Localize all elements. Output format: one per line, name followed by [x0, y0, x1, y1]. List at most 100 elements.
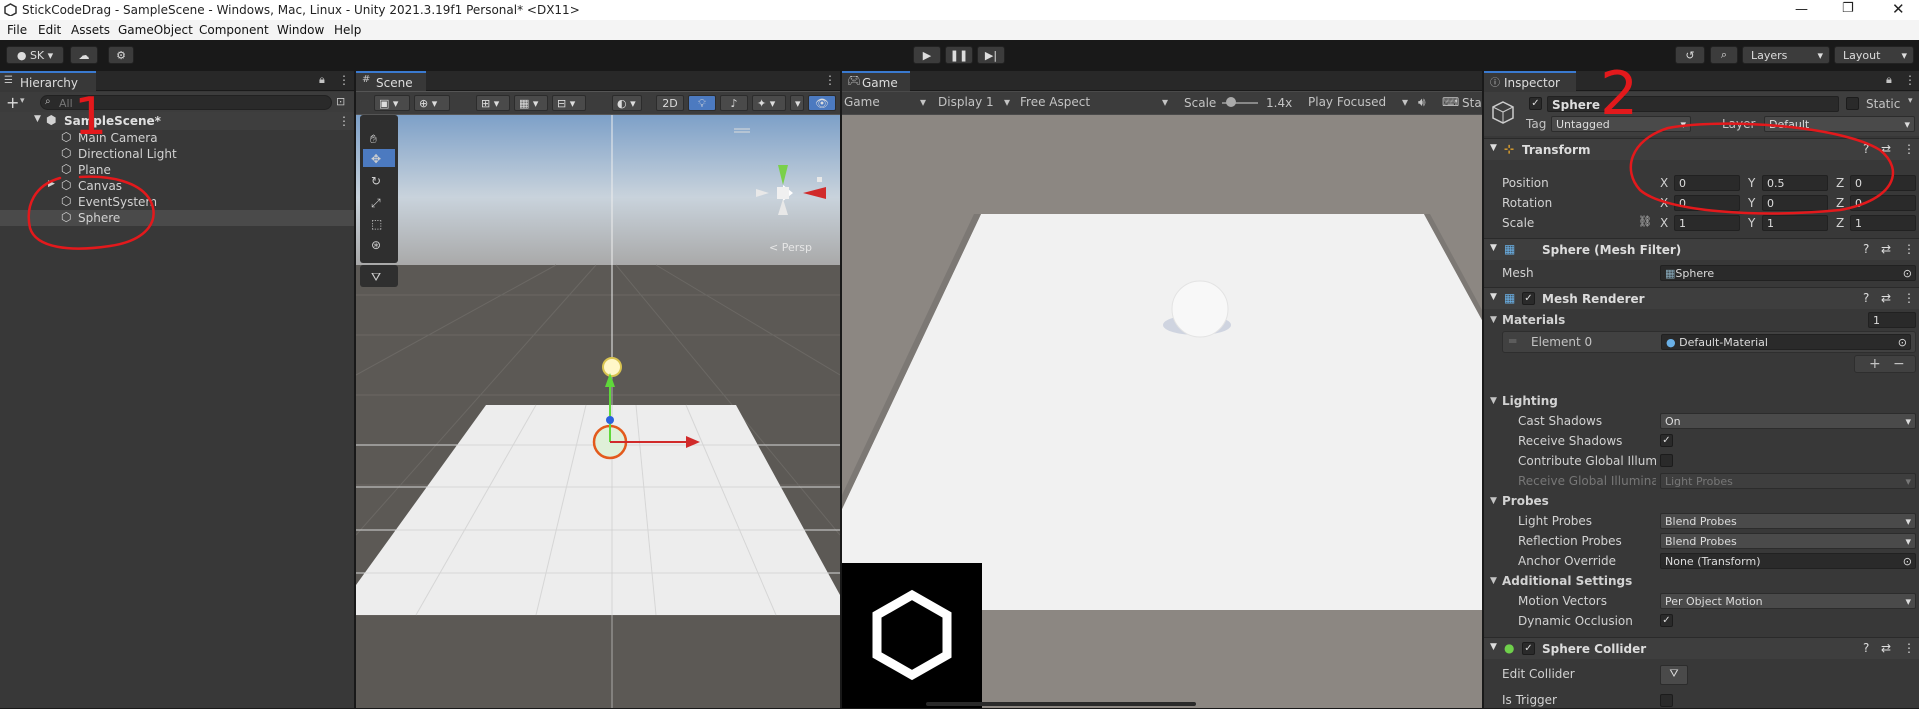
light-probes-dropdown[interactable]: Blend Probes ▾	[1660, 513, 1916, 529]
lighting-toggle[interactable]: 💡︎	[688, 95, 716, 111]
shading-toggle[interactable]: ◐ ▾	[612, 95, 642, 111]
expand-arrow-icon[interactable]: ▼	[1490, 396, 1497, 406]
step-button[interactable]: ▶|	[977, 46, 1005, 64]
view-dropdown[interactable]: Game ▾	[844, 95, 930, 111]
hierarchy-scene-row[interactable]: ▼ ⬢ SampleScene* ⋮	[0, 112, 354, 130]
more-icon[interactable]: ⋮	[824, 73, 836, 87]
sphere-collider-enabled-checkbox[interactable]: ✓	[1522, 642, 1535, 655]
keyboard-icon[interactable]: ⌨	[1442, 95, 1459, 109]
rotation-z-input[interactable]: 0	[1850, 195, 1916, 211]
layers-dropdown[interactable]: Layers ▾	[1742, 46, 1830, 64]
hierarchy-item[interactable]: ⬡ EventSystem	[0, 194, 354, 210]
mesh-renderer-enabled-checkbox[interactable]: ✓	[1522, 292, 1535, 305]
expand-arrow-icon[interactable]: ▼	[1490, 315, 1497, 325]
lock-icon[interactable]: 🔒︎	[319, 73, 325, 87]
search-button[interactable]: ⌕	[1710, 46, 1738, 64]
receive-shadows-checkbox[interactable]: ✓	[1660, 434, 1673, 447]
chevron-down-icon[interactable]: ▾	[20, 96, 25, 106]
account-dropdown[interactable]: ● SK ▾	[6, 46, 64, 64]
object-picker-icon[interactable]: ⊙	[1898, 336, 1907, 349]
hierarchy-item[interactable]: ⬡ Main Camera	[0, 130, 354, 146]
expand-arrow-icon[interactable]: ▼	[1490, 292, 1497, 302]
drag-handle-icon[interactable]: ═	[1509, 334, 1516, 348]
chevron-down-icon[interactable]: ▾	[1908, 96, 1913, 106]
menu-window[interactable]: Window	[277, 23, 324, 37]
material-object-field[interactable]: ● Default-Material ⊙	[1661, 334, 1911, 350]
add-button[interactable]: +	[6, 93, 19, 112]
motion-vectors-dropdown[interactable]: Per Object Motion ▾	[1660, 593, 1916, 609]
help-icon[interactable]: ?	[1863, 291, 1869, 305]
play-button[interactable]: ▶	[913, 46, 941, 64]
rotation-x-input[interactable]: 0	[1674, 195, 1740, 211]
presets-icon[interactable]: ⇄	[1881, 142, 1891, 156]
expand-arrow-icon[interactable]: ▼	[1490, 642, 1497, 652]
close-icon[interactable]: ✕	[1892, 0, 1905, 18]
effects-toggle[interactable]: ✦ ▾	[752, 95, 786, 111]
minimize-icon[interactable]: —	[1795, 2, 1808, 17]
expand-arrow-icon[interactable]: ▼	[1490, 243, 1497, 253]
audio-toggle[interactable]: ♪	[720, 95, 748, 111]
scale-z-input[interactable]: 1	[1850, 215, 1916, 231]
stats-button[interactable]: Sta	[1462, 96, 1482, 110]
toggle-2d-button[interactable]: 2D	[656, 95, 684, 111]
help-icon[interactable]: ?	[1863, 142, 1869, 156]
dynamic-occlusion-checkbox[interactable]: ✓	[1660, 614, 1673, 627]
more-icon[interactable]: ⋮	[338, 114, 350, 128]
lighting-foldout[interactable]: Lighting	[1502, 394, 1558, 410]
cloud-button[interactable]: ☁	[70, 46, 98, 64]
tag-dropdown[interactable]: Untagged ▾	[1551, 116, 1691, 132]
additional-settings-foldout[interactable]: Additional Settings	[1502, 574, 1632, 590]
more-icon[interactable]: ⋮	[1904, 73, 1916, 87]
mesh-filter-header[interactable]: ▼ ▦ Sphere (Mesh Filter) ? ⇄ ⋮	[1484, 238, 1919, 260]
layout-dropdown[interactable]: Layout ▾	[1834, 46, 1914, 64]
presets-icon[interactable]: ⇄	[1881, 291, 1891, 305]
grid-toggle[interactable]: ▦ ▾	[514, 95, 548, 111]
more-icon[interactable]: ⋮	[338, 73, 350, 87]
position-z-input[interactable]: 0	[1850, 175, 1916, 191]
visibility-toggle[interactable]: 👁︎	[808, 95, 836, 111]
transform-header[interactable]: ▼ ⊹ Transform ? ⇄ ⋮	[1484, 138, 1919, 160]
is-trigger-checkbox[interactable]	[1660, 694, 1673, 707]
presets-icon[interactable]: ⇄	[1881, 242, 1891, 256]
materials-count-input[interactable]: 1	[1868, 312, 1916, 328]
draw-mode-dropdown[interactable]: ▣ ▾	[374, 95, 410, 111]
pause-button[interactable]: ❚❚	[945, 46, 973, 64]
object-picker-icon[interactable]: ⊙	[1903, 555, 1912, 568]
hierarchy-item-selected[interactable]: ⬡ Sphere	[0, 210, 354, 226]
more-icon[interactable]: ⋮	[1903, 242, 1915, 256]
menu-gameobject[interactable]: GameObject	[118, 23, 193, 37]
lock-icon[interactable]: 🔒︎	[1886, 73, 1892, 87]
play-mode-dropdown[interactable]: Play Focused ▾	[1302, 95, 1412, 111]
menu-file[interactable]: File	[7, 23, 27, 37]
hierarchy-search-input[interactable]: All	[40, 95, 332, 110]
scale-y-input[interactable]: 1	[1762, 215, 1828, 231]
object-picker-icon[interactable]: ⊙	[1903, 267, 1912, 280]
increment-snap[interactable]: ⊟ ▾	[552, 95, 586, 111]
menu-help[interactable]: Help	[334, 23, 361, 37]
more-options[interactable]: ▾	[790, 95, 804, 111]
edit-collider-button[interactable]: ⛛	[1660, 665, 1688, 685]
reflection-probes-dropdown[interactable]: Blend Probes ▾	[1660, 533, 1916, 549]
rotation-y-input[interactable]: 0	[1762, 195, 1828, 211]
link-icon[interactable]: ⛓	[1638, 215, 1652, 228]
object-name-input[interactable]: Sphere	[1547, 96, 1839, 112]
scene-search-icon[interactable]: ⊡	[336, 95, 345, 108]
more-icon[interactable]: ⋮	[1903, 641, 1915, 655]
snap-toggle[interactable]: ⊞ ▾	[476, 95, 510, 111]
scene-viewport[interactable]: ✋︎ ✥ ↻ ⤢ ⬚ ⊛ ⛛ < Persp	[356, 115, 840, 708]
contribute-gi-checkbox[interactable]	[1660, 454, 1673, 467]
scale-slider-handle[interactable]	[1226, 97, 1236, 107]
static-checkbox[interactable]	[1846, 97, 1859, 110]
hierarchy-item[interactable]: ⬡ Directional Light	[0, 146, 354, 162]
more-icon[interactable]: ⋮	[1903, 142, 1915, 156]
global-toggle[interactable]: ⊕ ▾	[414, 95, 450, 111]
add-element-button[interactable]: +	[1869, 356, 1881, 372]
presets-icon[interactable]: ⇄	[1881, 641, 1891, 655]
menu-edit[interactable]: Edit	[38, 23, 61, 37]
display-dropdown[interactable]: Display 1 ▾	[938, 95, 1014, 111]
scale-x-input[interactable]: 1	[1674, 215, 1740, 231]
mesh-object-field[interactable]: ▦Sphere ⊙	[1660, 265, 1916, 281]
maximize-icon[interactable]: ❐	[1842, 1, 1854, 16]
expand-arrow-icon[interactable]: ▼	[1490, 143, 1497, 153]
help-icon[interactable]: ?	[1863, 641, 1869, 655]
